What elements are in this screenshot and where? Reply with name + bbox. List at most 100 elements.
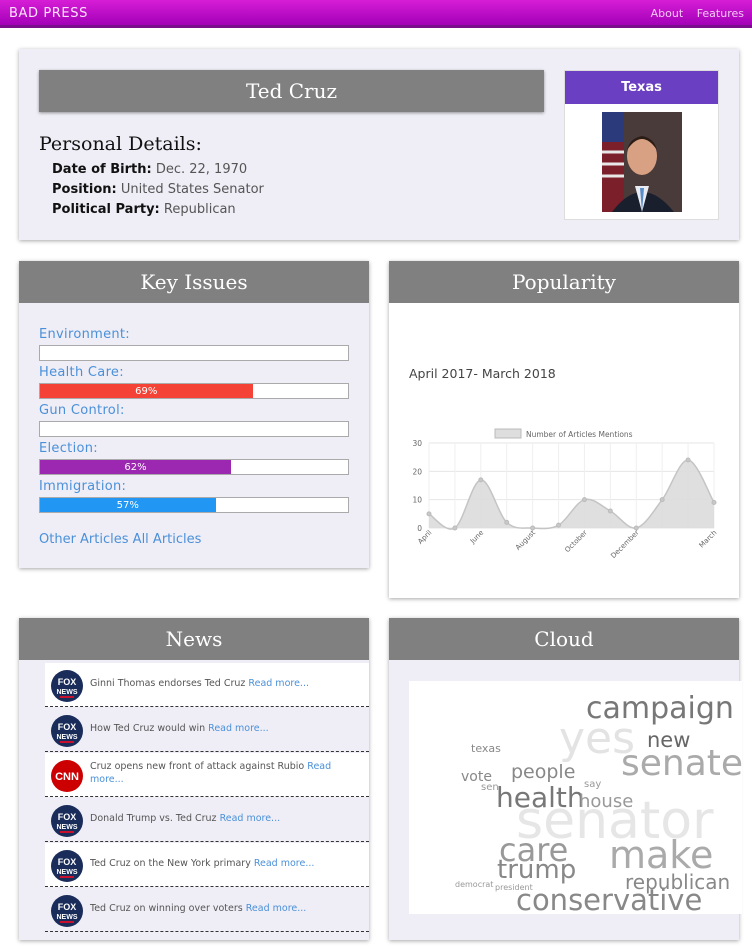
read-more-link[interactable]: Read more... — [246, 903, 307, 914]
x-tick-label: June — [468, 529, 485, 546]
x-tick-label: August — [514, 529, 537, 552]
news-headline: How Ted Cruz would win Read more... — [90, 722, 362, 735]
news-headline-text: How Ted Cruz would win — [90, 723, 209, 734]
news-headline-text: Cruz opens new front of attack against R… — [90, 761, 308, 772]
data-point — [607, 508, 613, 514]
navbar: BAD PRESS About Features — [0, 0, 752, 28]
issue-bar-election: 62% — [39, 459, 349, 475]
svg-text:NEWS: NEWS — [57, 824, 78, 831]
x-tick-label: October — [563, 529, 589, 555]
data-point — [556, 522, 562, 528]
personal-details-title: Personal Details: — [39, 133, 202, 155]
read-more-link[interactable]: Read more... — [208, 723, 269, 734]
y-tick-label: 30 — [412, 439, 422, 448]
party-value: Republican — [163, 202, 236, 217]
y-tick-label: 10 — [412, 496, 422, 505]
cloud-word-people: people — [511, 761, 576, 783]
news-headline: Ted Cruz on winning over voters Read mor… — [90, 902, 362, 915]
news-headline-text: Donald Trump vs. Ted Cruz — [90, 813, 220, 824]
news-headline: Ginni Thomas endorses Ted Cruz Read more… — [90, 677, 362, 690]
svg-text:FOX: FOX — [58, 857, 77, 867]
position-label: Position: — [52, 182, 117, 197]
fox-news-logo-icon: FOX NEWS — [51, 715, 83, 747]
read-more-link[interactable]: Read more... — [220, 813, 281, 824]
svg-text:FOX: FOX — [58, 902, 77, 912]
party-row: Political Party: Republican — [52, 202, 236, 217]
issue-bar-gun-control — [39, 421, 349, 437]
svg-text:FOX: FOX — [58, 677, 77, 687]
cloud-title: Cloud — [389, 618, 739, 660]
cloud-word-health: health — [496, 781, 585, 814]
nav-links: About Features — [641, 7, 744, 20]
cloud-word-democrat: democrat — [455, 880, 494, 889]
cloud-word-texas: texas — [471, 742, 501, 755]
svg-text:FOX: FOX — [58, 812, 77, 822]
news-item: FOX NEWS Ted Cruz on the New York primary … — [45, 843, 369, 887]
dob-row: Date of Birth: Dec. 22, 1970 — [52, 162, 247, 177]
word-cloud: senator yes campaign new senate texas vo… — [409, 681, 742, 914]
other-articles-link[interactable]: Other Articles — [39, 532, 129, 547]
all-articles-link[interactable]: All Articles — [133, 532, 202, 547]
issue-bar-environment — [39, 345, 349, 361]
cloud-word-trump: trump — [497, 855, 577, 885]
news-headline-text: Ginni Thomas endorses Ted Cruz — [90, 678, 249, 689]
news-title: News — [19, 618, 369, 660]
fox-news-logo-icon: FOX NEWS — [51, 895, 83, 927]
svg-text:CNN: CNN — [55, 771, 79, 783]
profile-name: Ted Cruz — [39, 70, 544, 112]
position-value: United States Senator — [120, 182, 264, 197]
news-item: CNN Cruz opens new front of attack agains… — [45, 753, 369, 797]
data-point — [504, 519, 510, 525]
state-label: Texas — [565, 71, 718, 104]
cnn-logo-icon: CNN — [51, 760, 83, 792]
cloud-word-say: say — [584, 779, 602, 790]
issue-label-gun-control: Gun Control: — [39, 403, 125, 418]
data-point — [478, 477, 484, 483]
data-point — [426, 511, 432, 517]
cloud-word-house: house — [579, 791, 634, 812]
issue-fill-election: 62% — [40, 460, 231, 474]
data-point — [711, 500, 717, 505]
data-point — [452, 525, 458, 531]
series-area — [429, 459, 714, 530]
y-tick-label: 0 — [417, 524, 422, 533]
news-headline-text: Ted Cruz on winning over voters — [90, 903, 246, 914]
fox-news-logo-icon: FOX NEWS — [51, 805, 83, 837]
legend-label: Number of Articles Mentions — [526, 430, 633, 439]
svg-text:NEWS: NEWS — [57, 869, 78, 876]
nav-features-link[interactable]: Features — [697, 7, 744, 20]
issue-label-election: Election: — [39, 441, 98, 456]
news-item: FOX NEWS Ginni Thomas endorses Ted Cruz Re… — [45, 663, 369, 707]
popularity-title: Popularity — [389, 261, 739, 303]
data-point — [659, 497, 665, 503]
svg-text:NEWS: NEWS — [57, 914, 78, 921]
key-issues-title: Key Issues — [19, 261, 369, 303]
party-label: Political Party: — [52, 202, 160, 217]
legend-swatch — [494, 428, 522, 439]
cloud-word-conservative: conservative — [516, 883, 703, 914]
issue-fill-immigration: 57% — [40, 498, 216, 512]
popularity-range: April 2017- March 2018 — [409, 366, 556, 381]
senator-photo — [602, 112, 682, 212]
read-more-link[interactable]: Read more... — [248, 678, 309, 689]
issue-label-health-care: Health Care: — [39, 365, 124, 380]
x-tick-label: December — [609, 529, 640, 560]
news-headline: Cruz opens new front of attack against R… — [90, 760, 362, 786]
news-item: FOX NEWS Ted Cruz on winning over voters R… — [45, 888, 369, 932]
position-row: Position: United States Senator — [52, 182, 264, 197]
cloud-word-campaign: campaign — [586, 691, 734, 726]
svg-text:NEWS: NEWS — [57, 689, 78, 696]
read-more-link[interactable]: Read more... — [254, 858, 315, 869]
dob-value: Dec. 22, 1970 — [155, 162, 248, 177]
issue-label-immigration: Immigration: — [39, 479, 127, 494]
brand-logo[interactable]: BAD PRESS — [9, 6, 88, 21]
news-headline: Donald Trump vs. Ted Cruz Read more... — [90, 812, 362, 825]
svg-text:NEWS: NEWS — [57, 734, 78, 741]
issue-bar-health-care: 69% — [39, 383, 349, 399]
news-headline-text: Ted Cruz on the New York primary — [90, 858, 254, 869]
fox-news-logo-icon: FOX NEWS — [51, 850, 83, 882]
issue-fill-health-care: 69% — [40, 384, 253, 398]
nav-about-link[interactable]: About — [651, 7, 684, 20]
state-box: Texas — [564, 70, 719, 220]
data-point — [685, 457, 691, 463]
